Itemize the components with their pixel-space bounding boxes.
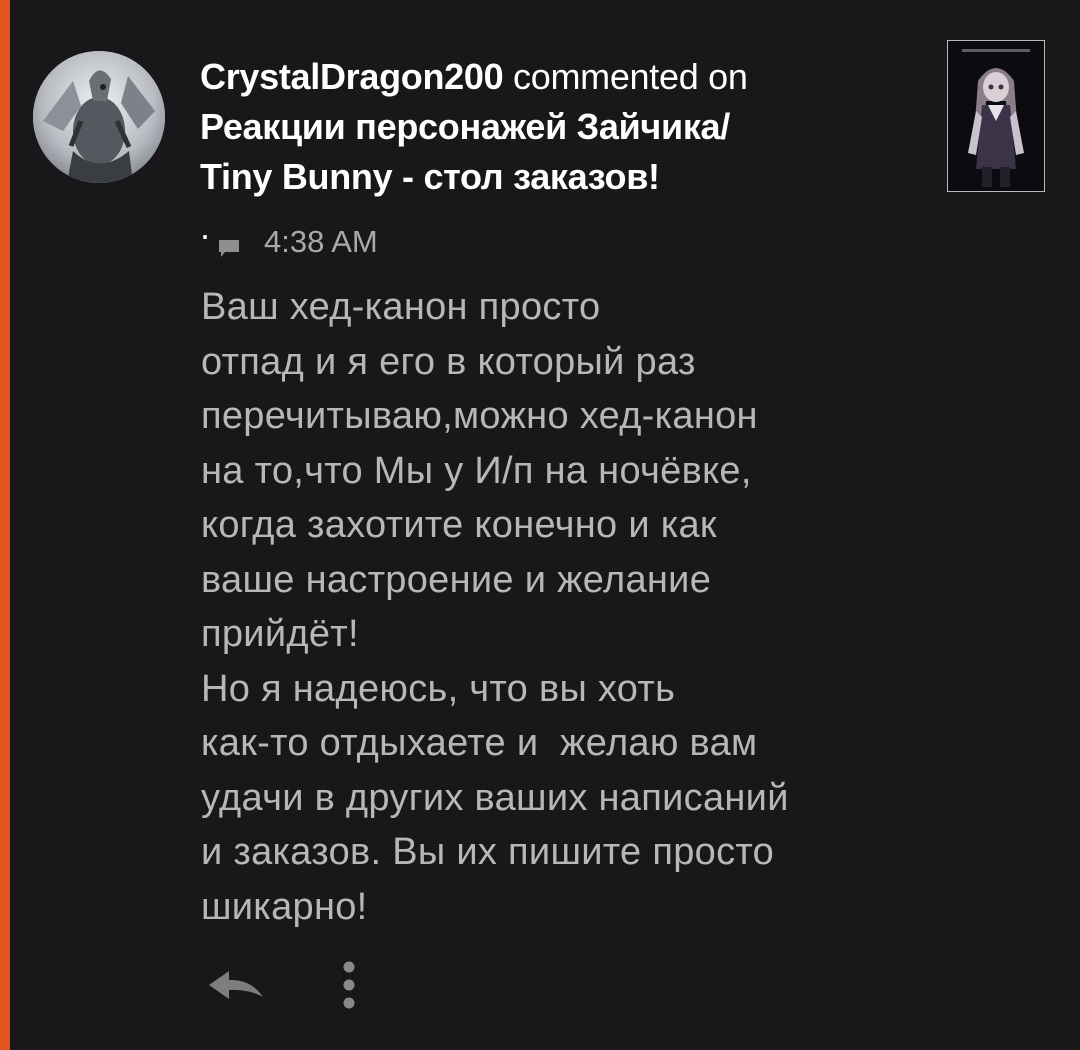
commented-on-label: commented on (503, 56, 748, 97)
anime-girl-thumbnail-icon[interactable] (947, 40, 1045, 192)
comment-body: Ваш хед-канон просто отпад и я его в кот… (201, 280, 1061, 934)
author-link[interactable]: CrystalDragon200 (200, 56, 504, 97)
comment-time: 4:38 AM (264, 224, 378, 259)
comment-line: и заказов. Вы их пишите просто (201, 831, 775, 873)
comment-line: отпад и я его в который раз (201, 340, 696, 383)
comment-actions (205, 955, 359, 1015)
comment-line: перечитываю,можно хед-канон (201, 395, 758, 437)
accent-bar (0, 0, 10, 1050)
comment-line: прийдёт! (201, 613, 359, 655)
comment-line: на то,что Мы у И/п на ночёвке, (201, 449, 752, 492)
comment-line: Ваш хед-канон просто (201, 286, 601, 328)
comment-line: ваше настроение и желание (201, 558, 712, 601)
comment-meta: 4:38 AM (218, 222, 378, 262)
post-title-line-1: Реакции персонажей Зайчика/ (200, 106, 730, 147)
dragon-avatar-icon[interactable] (33, 51, 165, 183)
comment-icon (218, 231, 240, 257)
comment-line: Но я надеюсь, что вы хоть (201, 667, 676, 710)
comment-line: удачи в других ваших написаний (201, 776, 789, 819)
more-vertical-icon (343, 961, 355, 1009)
comment-line: когда захотите конечно и как (201, 504, 717, 546)
comment-line: шикарно! (201, 885, 368, 928)
reply-button[interactable] (205, 961, 269, 1009)
reply-icon (209, 971, 263, 999)
post-title-line-2: Tiny Bunny - стол заказов! (200, 156, 660, 197)
more-options-button[interactable] (339, 955, 359, 1015)
comment-line: как-то отдыхаете и желаю вам (201, 722, 758, 764)
